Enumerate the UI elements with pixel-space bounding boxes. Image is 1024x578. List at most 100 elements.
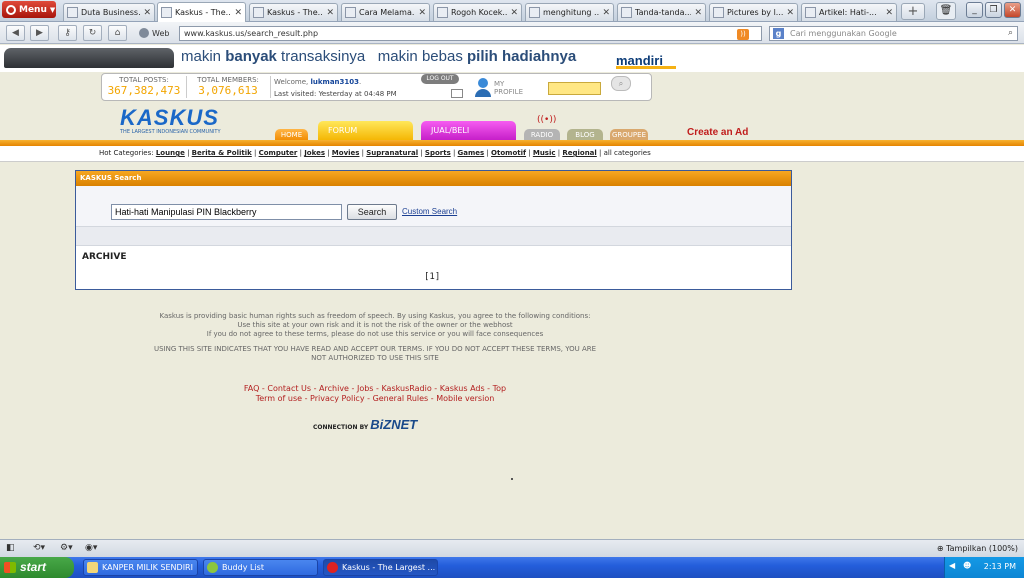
page-icon [713,7,724,18]
footer-link-faq[interactable]: FAQ [244,384,260,393]
category-link[interactable]: Lounge [156,149,185,157]
reload-button[interactable]: ↻ [83,25,102,41]
category-link[interactable]: Berita & Politik [192,149,252,157]
unite-icon[interactable]: ⚙▾ [60,543,73,553]
category-link[interactable]: Regional [562,149,596,157]
page-icon [161,7,172,18]
tab-title: Tanda-tanda... [635,8,692,17]
minimize-button[interactable]: _ [966,2,983,18]
tab-jual-beli[interactable]: JUAL/BELI [421,121,516,141]
profile-icon[interactable] [474,78,492,98]
browser-nav-bar: ◀ ▶ ⚷ ↻ ⌂ Web www.kaskus.us/search_resul… [0,22,1024,44]
browser-tab-bar: Menu ▼ Duta Business... ✕ Kaskus - The..… [0,0,1024,22]
close-icon[interactable]: ✕ [510,8,518,18]
footer-link-contact[interactable]: Contact Us [267,384,311,393]
search-icon[interactable]: ⌕ [611,76,631,91]
taskbar-item-folder[interactable]: KANPER MILIK SENDIRI [83,559,198,576]
category-link[interactable]: Games [458,149,485,157]
tab-5[interactable]: menghitung ... ✕ [525,3,614,21]
start-button[interactable]: start [0,557,74,578]
close-icon[interactable]: ✕ [326,8,334,18]
biznet-logo[interactable]: CONNECTION BY BiZNET [313,417,417,432]
ad-banner[interactable]: makin banyak transaksinya makin bebas pi… [0,45,1024,72]
browser-status-bar: ◧ ⟲▾ ⚙▾ ◉▾ ⊕ Tampilkan (100%) [0,539,1024,557]
footer-link-rules[interactable]: General Rules [373,394,429,403]
footer-link-top[interactable]: Top [493,384,507,393]
tab-2[interactable]: Kaskus - The... ✕ [249,3,338,21]
footer-link-jobs[interactable]: Jobs [357,384,374,393]
opera-menu-button[interactable]: Menu ▼ [2,1,56,18]
close-icon[interactable]: ✕ [786,8,794,18]
create-ad-link[interactable]: Create an Ad [687,127,748,138]
footer-links: FAQ - Contact Us - Archive - Jobs - Kask… [243,384,507,403]
forward-button[interactable]: ▶ [30,25,49,41]
logout-button[interactable]: LOG OUT [421,74,459,84]
custom-search-link[interactable]: Custom Search [402,207,457,216]
close-icon[interactable]: ✕ [694,8,702,18]
category-link[interactable]: Movies [332,149,360,157]
mandiri-logo: mandiri [616,53,676,69]
taskbar-item-opera[interactable]: Kaskus - The Largest ... [323,559,438,576]
tab-forum[interactable]: FORUM [318,121,413,141]
home-button[interactable]: ⌂ [108,25,127,41]
close-icon[interactable]: ✕ [143,8,151,18]
taskbar-item-buddy-list[interactable]: Buddy List [203,559,318,576]
trash-icon[interactable]: 🗑 [936,2,956,20]
panel-toggle-icon[interactable]: ◧ [6,543,15,553]
footer-link-mobile[interactable]: Mobile version [436,394,494,403]
category-link[interactable]: Sports [425,149,451,157]
rss-icon[interactable]: )) [737,29,749,40]
search-button[interactable]: Search [347,204,397,220]
google-icon: g [773,28,784,39]
back-button[interactable]: ◀ [6,25,25,41]
tab-3[interactable]: Cara Melama... ✕ [341,3,430,21]
tab-6[interactable]: Tanda-tanda... ✕ [617,3,706,21]
search-icon[interactable]: ⌕ [1008,27,1013,40]
quick-search-input[interactable] [548,82,601,95]
category-link[interactable]: Otomotif [491,149,526,157]
tab-7[interactable]: Pictures by l... ✕ [709,3,798,21]
restore-button[interactable]: ❐ [985,2,1002,18]
tray-arrow-icon[interactable]: ◀ [949,561,955,570]
close-icon[interactable]: ✕ [602,8,610,18]
messenger-tray-icon[interactable]: ☻ [963,561,971,570]
web-label-text: Web [152,29,170,38]
zoom-indicator[interactable]: ⊕ Tampilkan (100%) [937,544,1018,553]
footer-link-terms[interactable]: Term of use [256,394,302,403]
mail-icon[interactable] [451,89,463,98]
tab-8[interactable]: Artikel: Hati-... ✕ [801,3,897,21]
footer-link-privacy[interactable]: Privacy Policy [310,394,365,403]
close-icon[interactable]: ✕ [885,8,893,18]
footer-link-ads[interactable]: Kaskus Ads [440,384,485,393]
search-field[interactable]: g Cari menggunakan Google ⌕ [769,26,1018,41]
page-viewport: makin banyak transaksinya makin bebas pi… [0,45,1024,539]
web-badge[interactable]: Web [139,28,169,38]
tab-1[interactable]: Kaskus - The... ✕ [157,2,246,22]
new-tab-button[interactable]: + [901,3,925,20]
category-link[interactable]: Supranatural [366,149,418,157]
key-icon[interactable]: ⚷ [58,25,77,41]
menu-label: Menu [19,4,47,15]
category-link[interactable]: Music [533,149,556,157]
search-query-input[interactable]: Hati-hati Manipulasi PIN Blackberry [111,204,342,220]
last-visited: Last visited: Yesterday at 04:48 PM [274,90,397,98]
close-icon[interactable]: ✕ [234,8,242,18]
address-bar[interactable]: www.kaskus.us/search_result.php [179,26,762,41]
category-link[interactable]: Jokes [304,149,325,157]
turbo-icon[interactable]: ⟲▾ [33,543,45,553]
page-icon [621,7,632,18]
footer-link-radio[interactable]: KaskusRadio [381,384,431,393]
category-link[interactable]: Computer [259,149,298,157]
my-profile-link[interactable]: MY PROFILE [494,80,523,96]
page-icon [805,7,816,18]
page-number-link[interactable]: [1] [424,272,440,282]
username-link[interactable]: lukman3103 [310,78,359,86]
tab-0[interactable]: Duta Business... ✕ [63,3,155,21]
close-icon[interactable]: ✕ [418,8,426,18]
tab-4[interactable]: Rogoh Kocek... ✕ [433,3,522,21]
close-window-button[interactable]: ✕ [1004,2,1021,18]
all-categories-link[interactable]: all categories [604,149,651,157]
page-icon [253,7,264,18]
speed-dial-icon[interactable]: ◉▾ [85,543,97,553]
footer-link-archive[interactable]: Archive [319,384,349,393]
